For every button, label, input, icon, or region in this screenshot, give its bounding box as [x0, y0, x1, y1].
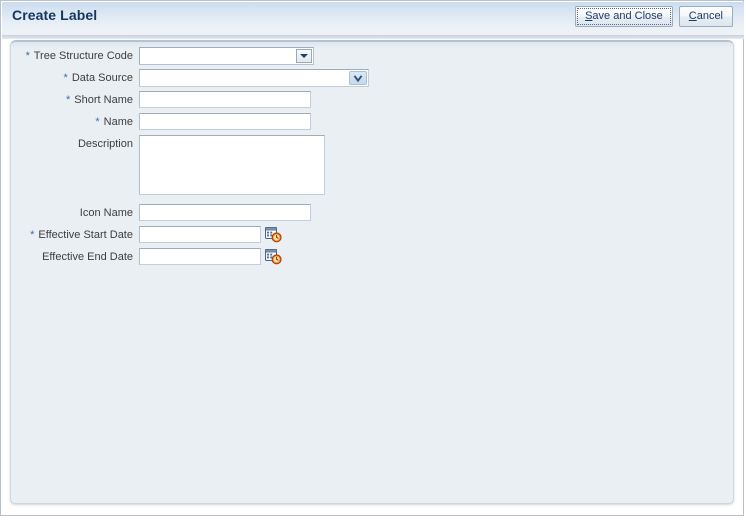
icon-name-input[interactable] — [139, 204, 311, 221]
data-source-lov-input[interactable] — [139, 69, 369, 87]
short-name-input[interactable] — [139, 91, 311, 108]
label-text-name: Name — [103, 116, 133, 128]
label-effective-end-date: Effective End Date — [11, 248, 139, 266]
name-input[interactable] — [139, 113, 311, 130]
label-text-effective-start-date: Effective Start Date — [38, 229, 133, 241]
label-text-effective-end-date: Effective End Date — [42, 251, 133, 263]
required-marker: * — [63, 72, 68, 84]
label-name: * Name — [11, 113, 139, 131]
chevron-down-icon[interactable] — [349, 71, 367, 85]
cancel-accesskey: C — [688, 10, 697, 22]
control-effective-start-date — [139, 226, 282, 243]
field-row-short-name: * Short Name — [11, 91, 733, 109]
control-icon-name — [139, 204, 311, 221]
effective-start-date-input[interactable] — [139, 226, 261, 243]
create-label-form: * Tree Structure Code * Data Source * Sh… — [11, 47, 733, 270]
control-description — [139, 135, 325, 198]
label-description: Description — [11, 135, 139, 153]
required-marker: * — [65, 94, 71, 106]
header-button-group: Save and Close Cancel — [575, 6, 733, 27]
page-title: Create Label — [12, 7, 98, 23]
field-row-effective-end-date: Effective End Date — [11, 248, 733, 266]
cancel-button[interactable]: Cancel — [678, 6, 733, 27]
label-text-short-name: Short Name — [74, 94, 133, 106]
description-textarea[interactable] — [139, 135, 325, 195]
calendar-clock-icon[interactable] — [265, 226, 282, 243]
field-row-name: * Name — [11, 113, 733, 131]
field-row-tree-structure-code: * Tree Structure Code — [11, 47, 733, 65]
create-label-window: Create Label Save and Close Cancel * Tre… — [0, 0, 744, 516]
control-name — [139, 113, 311, 130]
field-row-icon-name: Icon Name — [11, 204, 733, 222]
label-icon-name: Icon Name — [11, 204, 139, 222]
control-effective-end-date — [139, 248, 282, 265]
label-text-icon-name: Icon Name — [79, 207, 133, 219]
label-short-name: * Short Name — [11, 91, 139, 109]
label-effective-start-date: * Effective Start Date — [11, 226, 139, 244]
control-tree-structure-code — [139, 47, 314, 65]
effective-end-date-input[interactable] — [139, 248, 261, 265]
required-marker: * — [25, 50, 30, 62]
tree-structure-code-select[interactable] — [139, 47, 314, 65]
required-marker: * — [30, 229, 35, 241]
label-text-tree-structure-code: Tree Structure Code — [33, 50, 133, 62]
label-text-description: Description — [77, 138, 133, 150]
control-data-source — [139, 69, 369, 87]
chevron-down-glyph — [353, 75, 363, 83]
field-row-data-source: * Data Source — [11, 69, 733, 87]
field-row-description: Description — [11, 135, 733, 198]
calendar-clock-icon[interactable] — [265, 248, 282, 265]
save-and-close-button[interactable]: Save and Close — [575, 6, 673, 27]
control-short-name — [139, 91, 311, 108]
header-underline — [2, 35, 744, 39]
chevron-down-icon[interactable] — [296, 49, 312, 63]
required-marker: * — [95, 116, 100, 128]
field-row-effective-start-date: * Effective Start Date — [11, 226, 733, 244]
save-and-close-label: ave and Close — [592, 10, 663, 22]
create-label-content-panel: * Tree Structure Code * Data Source * Sh… — [10, 40, 734, 504]
cancel-label: ancel — [696, 10, 723, 22]
label-data-source: * Data Source — [11, 69, 139, 87]
label-tree-structure-code: * Tree Structure Code — [11, 47, 139, 65]
label-text-data-source: Data Source — [71, 72, 133, 84]
